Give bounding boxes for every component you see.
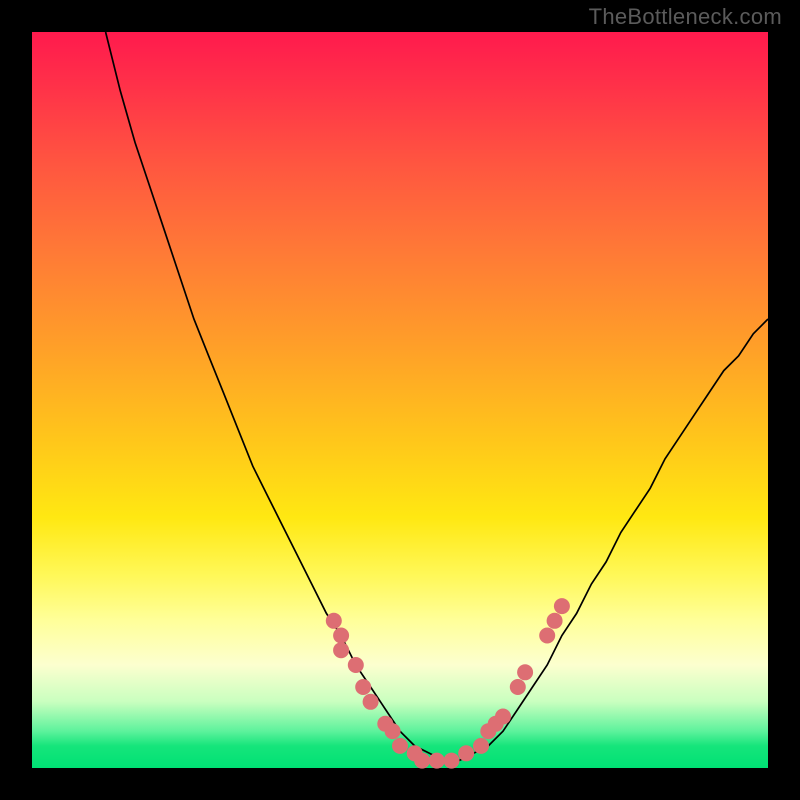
data-marker [517, 664, 533, 680]
data-marker [392, 738, 408, 754]
data-marker [444, 753, 460, 769]
data-marker [363, 694, 379, 710]
plot-area [32, 32, 768, 768]
data-marker [458, 745, 474, 761]
data-marker [547, 613, 563, 629]
watermark-text: TheBottleneck.com [589, 4, 782, 30]
data-marker [495, 709, 511, 725]
data-marker [429, 753, 445, 769]
chart-root: TheBottleneck.com [0, 0, 800, 800]
data-marker [510, 679, 526, 695]
plot-svg [32, 32, 768, 768]
data-marker [473, 738, 489, 754]
data-marker [539, 628, 555, 644]
data-marker [385, 723, 401, 739]
curve-curve [106, 32, 768, 761]
data-marker [414, 753, 430, 769]
data-marker [333, 642, 349, 658]
data-marker [554, 598, 570, 614]
data-marker [333, 628, 349, 644]
data-marker [355, 679, 371, 695]
data-marker [348, 657, 364, 673]
data-marker [326, 613, 342, 629]
